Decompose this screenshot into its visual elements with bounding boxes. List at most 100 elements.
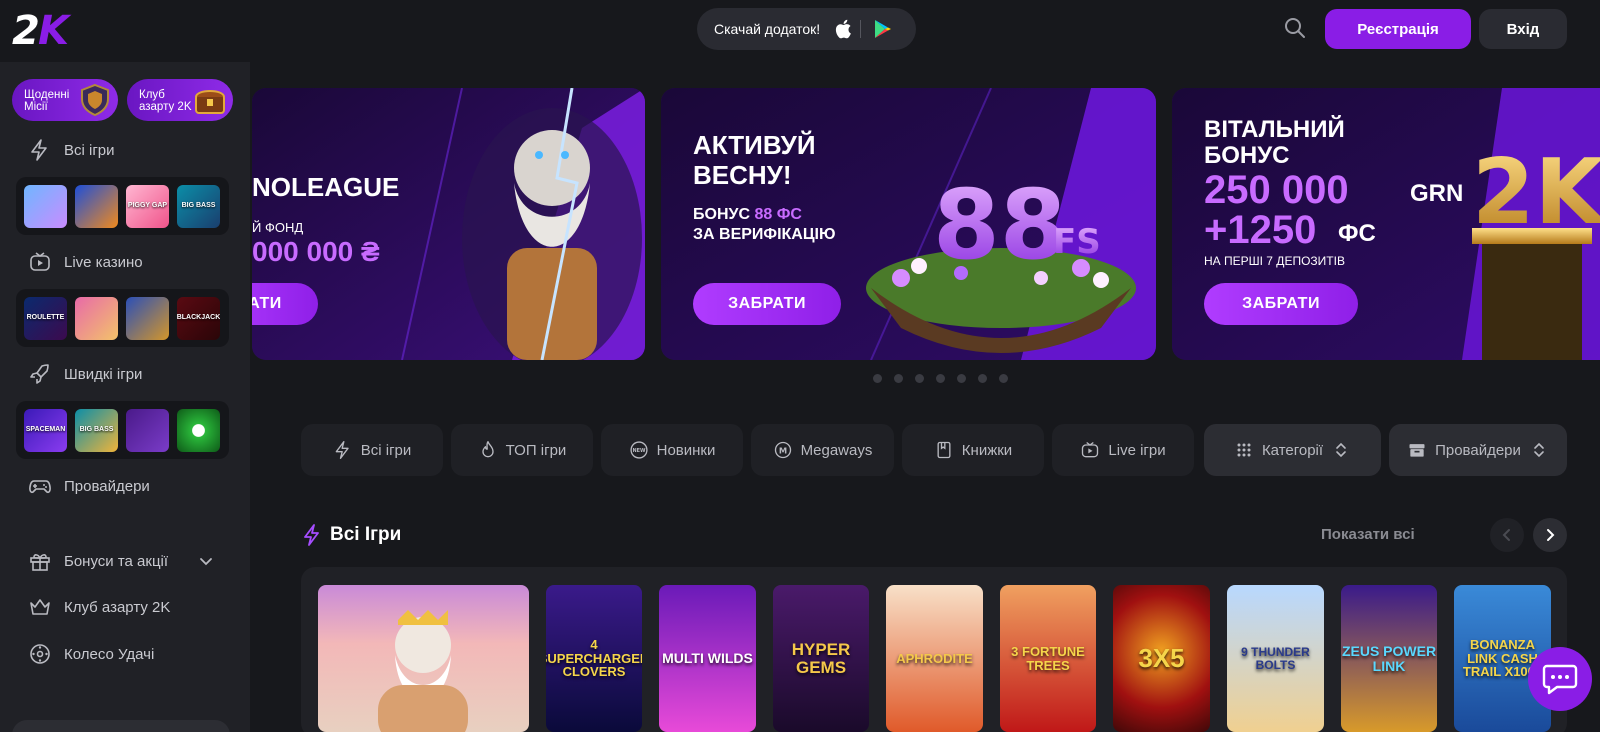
game-card[interactable]: ZEUS POWER LINK (1341, 585, 1437, 732)
game-card[interactable]: 4 SUPERCHARGED CLOVERS (546, 585, 642, 732)
banner-3-title-line1: ВІТАЛЬНИЙ (1204, 116, 1345, 143)
promo-banner-3[interactable]: 2K ВІТАЛЬНИЙ БОНУС 250 000 GRN +1250 ФС … (1172, 88, 1600, 360)
prev-arrow-button[interactable] (1490, 518, 1524, 552)
sidebar-item-label: Швидкі ігри (64, 365, 143, 383)
game-thumb[interactable] (126, 296, 169, 340)
svg-text:K: K (38, 8, 72, 50)
banner-3-claim-button[interactable]: ЗАБРАТИ (1204, 283, 1358, 325)
promo-banner-2[interactable]: 88 FS АКТИВУЙ ВЕСНУ! БОНУС 88 ФС ЗА ВЕРИ… (661, 88, 1156, 360)
game-thumb[interactable] (24, 184, 67, 228)
sidebar-item-label: Клуб азарту 2K (64, 598, 171, 616)
download-app-text: Скачай додаток! (714, 21, 821, 37)
game-thumb[interactable]: ROULETTE (24, 296, 67, 340)
providers-dropdown[interactable]: Провайдери (1389, 424, 1567, 476)
game-thumb[interactable] (177, 408, 220, 452)
book-icon (937, 441, 951, 459)
download-app-pill[interactable]: Скачай додаток! (697, 8, 916, 50)
search-icon[interactable] (1283, 16, 1307, 40)
sidebar: Щоденні Місії Клуб азарту 2K Всі ігри PI… (0, 62, 250, 732)
next-arrow-button[interactable] (1533, 518, 1567, 552)
tab-top-games[interactable]: ТОП ігри (451, 424, 593, 476)
divider (860, 20, 862, 38)
game-card[interactable]: APHRODITE (886, 585, 983, 732)
game-thumb[interactable]: BIG BASS (75, 408, 118, 452)
banner-2-claim-button[interactable]: ЗАБРАТИ (693, 283, 841, 325)
game-card[interactable]: 9 THUNDER BOLTS (1227, 585, 1324, 732)
game-thumb[interactable] (75, 296, 118, 340)
tab-new[interactable]: NEW Новинки (601, 424, 743, 476)
sidebar-item-all-games[interactable]: Всі ігри (28, 136, 115, 164)
sidebar-item-live-casino[interactable]: Live казино (28, 248, 143, 276)
wheel-icon (30, 644, 50, 664)
sidebar-item-quick-games[interactable]: Швидкі ігри (28, 360, 142, 388)
game-card[interactable]: HYPER GEMS (773, 585, 869, 732)
banner-1-subtitle: Й ФОНД (252, 220, 304, 235)
sidebar-item-providers[interactable]: Провайдери (28, 472, 150, 500)
carousel-dot[interactable] (873, 374, 882, 383)
gamepad-icon (29, 480, 51, 494)
flame-icon (482, 441, 494, 458)
game-thumb[interactable]: SPACEMAN (24, 408, 67, 452)
login-button[interactable]: Вхід (1479, 9, 1567, 49)
banner-3-amount: 250 000 (1204, 168, 1349, 212)
game-thumb[interactable]: PIGGY GAP (126, 184, 169, 228)
club-pill[interactable]: Клуб азарту 2K (127, 79, 233, 121)
promo-banner-1[interactable]: NOLEAGUE Й ФОНД 000 000 ₴ АТИ (252, 88, 645, 360)
sidebar-item-label: Live казино (64, 253, 143, 271)
show-all-link[interactable]: Показати всі (1321, 526, 1415, 543)
sidebar-item-wheel[interactable]: Колесо Удачі (28, 640, 154, 668)
svg-text:NEW: NEW (632, 448, 646, 454)
tab-megaways[interactable]: M Megaways (751, 424, 894, 476)
tab-live-games[interactable]: Live ігри (1052, 424, 1194, 476)
carousel-dot[interactable] (999, 374, 1008, 383)
game-card[interactable]: 3 FORTUNE TREES (1000, 585, 1096, 732)
google-play-icon[interactable] (872, 19, 892, 39)
banner-1-amount: 000 000 ₴ (252, 236, 380, 267)
game-card[interactable]: 3X5 (1113, 585, 1210, 732)
chat-icon (1542, 664, 1578, 695)
game-card[interactable] (318, 585, 529, 732)
banner-3-note: НА ПЕРШІ 7 ДЕПОЗИТІВ (1204, 254, 1345, 268)
game-thumb[interactable] (75, 184, 118, 228)
banner-1-button[interactable]: АТИ (252, 283, 318, 325)
categories-dropdown[interactable]: Категорії (1204, 424, 1381, 476)
grid-icon (1237, 443, 1251, 457)
carousel-dot[interactable] (894, 374, 903, 383)
game-card[interactable]: MULTI WILDS (659, 585, 756, 732)
chevron-down-icon[interactable] (196, 551, 216, 571)
section-title: Всі Ігри (330, 524, 402, 545)
chevron-right-icon (1547, 529, 1555, 541)
tab-books[interactable]: Книжки (902, 424, 1044, 476)
logo[interactable]: 2 K (12, 8, 92, 50)
sidebar-item-bonuses[interactable]: Бонуси та акції (28, 547, 212, 575)
sidebar-item-label: Колесо Удачі (64, 645, 155, 663)
sidebar-bottom-button[interactable] (12, 720, 230, 732)
apple-icon[interactable] (834, 19, 852, 39)
banner-3-title-line2: БОНУС (1204, 142, 1290, 169)
game-thumb[interactable]: BLACKJACK (177, 296, 220, 340)
chat-button[interactable] (1528, 647, 1592, 711)
carousel-dot[interactable] (915, 374, 924, 383)
register-button[interactable]: Реєстрація (1325, 9, 1471, 49)
banner-3-fs-unit: ФС (1338, 220, 1376, 247)
sidebar-item-label: Провайдери (64, 477, 150, 495)
sidebar-item-club[interactable]: Клуб азарту 2K (28, 593, 170, 621)
carousel-dot[interactable] (978, 374, 987, 383)
lightning-icon (31, 139, 47, 161)
carousel-dot[interactable] (936, 374, 945, 383)
tab-all-games[interactable]: Всі ігри (301, 424, 443, 476)
tab-label: Всі ігри (360, 441, 412, 459)
game-thumb[interactable]: BIG BASS (177, 184, 220, 228)
carousel-dot[interactable] (957, 374, 966, 383)
daily-missions-pill[interactable]: Щоденні Місії (12, 79, 118, 121)
header: 2 K Скачай додаток! Реєстрація Вхід (0, 0, 1600, 60)
megaways-icon: M (774, 441, 791, 459)
chevron-left-icon (1502, 529, 1510, 541)
game-thumb[interactable] (126, 408, 169, 452)
svg-text:M: M (778, 445, 786, 455)
quick-games-thumbs: SPACEMAN BIG BASS (16, 401, 229, 459)
tv-icon (30, 252, 50, 271)
tab-label: ТОП ігри (505, 441, 567, 459)
svg-text:2: 2 (12, 8, 40, 50)
tab-label: Книжки (961, 441, 1013, 459)
